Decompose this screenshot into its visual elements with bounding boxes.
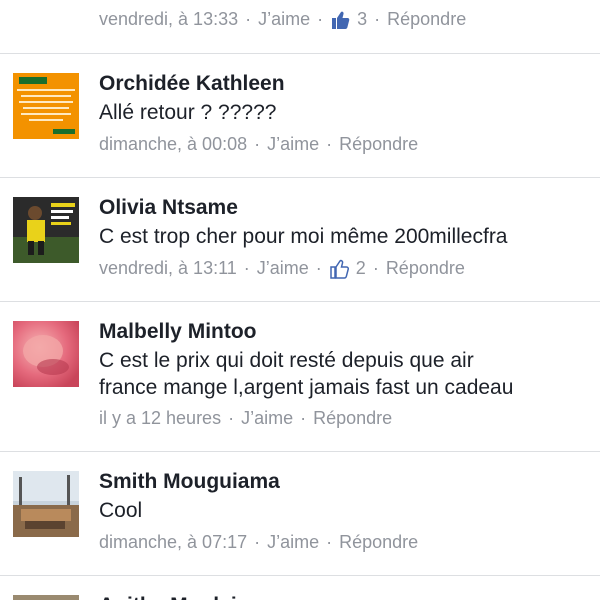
separator-dot: · xyxy=(245,9,252,29)
comment-meta: il y a 12 heures · J’aime · Répondre xyxy=(99,408,392,429)
comment-meta: dimanche, à 07:17 · J’aime · Répondre xyxy=(99,532,418,553)
thumbs-up-icon xyxy=(330,259,349,279)
avatar-image xyxy=(13,73,79,139)
separator-dot: · xyxy=(326,134,333,154)
avatar[interactable] xyxy=(13,595,79,600)
avatar[interactable] xyxy=(13,197,79,263)
like-link[interactable]: J’aime xyxy=(257,258,309,279)
separator-dot: · xyxy=(228,408,235,428)
like-link[interactable]: J’aime xyxy=(267,134,319,155)
like-count-badge[interactable]: 2 xyxy=(329,258,366,279)
separator-dot: · xyxy=(315,258,322,278)
commenter-name[interactable]: Anitha Mouleis xyxy=(99,594,248,600)
comment-meta: dimanche, à 00:08 · J’aime · Répondre xyxy=(99,134,418,155)
comment-meta: vendredi, à 13:11 · J’aime · 2 · Répondr… xyxy=(99,258,465,279)
separator-dot: · xyxy=(254,134,261,154)
separator-dot: · xyxy=(300,408,307,428)
comment-time[interactable]: vendredi, à 13:33 xyxy=(99,9,238,30)
like-count: 3 xyxy=(357,9,368,29)
like-link[interactable]: J’aime xyxy=(267,532,319,553)
avatar[interactable] xyxy=(13,73,79,139)
avatar-image xyxy=(13,321,79,387)
avatar[interactable] xyxy=(13,471,79,537)
comment-text: C est trop cher pour moi même 200millecf… xyxy=(99,225,508,248)
separator-dot: · xyxy=(317,9,324,29)
commenter-name[interactable]: Malbelly Mintoo xyxy=(99,320,257,344)
avatar-image xyxy=(13,471,79,537)
divider xyxy=(0,177,600,178)
avatar[interactable] xyxy=(13,321,79,387)
separator-dot: · xyxy=(243,258,250,278)
reply-link[interactable]: Répondre xyxy=(386,258,465,279)
comment-time[interactable]: vendredi, à 13:11 xyxy=(99,258,237,279)
divider xyxy=(0,575,600,576)
comment-time[interactable]: il y a 12 heures xyxy=(99,408,221,429)
thumbs-up-icon xyxy=(332,11,350,29)
reply-link[interactable]: Répondre xyxy=(387,9,466,30)
commenter-name[interactable]: Olivia Ntsame xyxy=(99,196,238,220)
separator-dot: · xyxy=(374,9,381,29)
commenter-name[interactable]: Smith Mouguiama xyxy=(99,470,280,494)
separator-dot: · xyxy=(372,258,379,278)
avatar-image xyxy=(13,197,79,263)
like-count: 2 xyxy=(355,258,366,278)
divider xyxy=(0,53,600,54)
like-link[interactable]: J’aime xyxy=(241,408,293,429)
separator-dot: · xyxy=(254,532,261,552)
comment-time[interactable]: dimanche, à 00:08 xyxy=(99,134,247,155)
reply-link[interactable]: Répondre xyxy=(339,532,418,553)
reply-link[interactable]: Répondre xyxy=(339,134,418,155)
comment-text: Allé retour ? ????? xyxy=(99,101,277,124)
separator-dot: · xyxy=(326,532,333,552)
divider xyxy=(0,451,600,452)
commenter-name[interactable]: Orchidée Kathleen xyxy=(99,72,285,96)
comment-time[interactable]: dimanche, à 07:17 xyxy=(99,532,247,553)
like-link[interactable]: J’aime xyxy=(258,9,310,30)
comment-text: Cool xyxy=(99,499,143,522)
comment-text-line-2: france mange l,argent jamais fast un cad… xyxy=(99,376,514,399)
comment-text-line-1: C est le prix qui doit resté depuis que … xyxy=(99,349,474,372)
comment-meta: vendredi, à 13:33 · J’aime · 3 · Répondr… xyxy=(99,9,466,30)
reply-link[interactable]: Répondre xyxy=(313,408,392,429)
like-count-badge[interactable]: 3 xyxy=(330,9,367,30)
divider xyxy=(0,301,600,302)
